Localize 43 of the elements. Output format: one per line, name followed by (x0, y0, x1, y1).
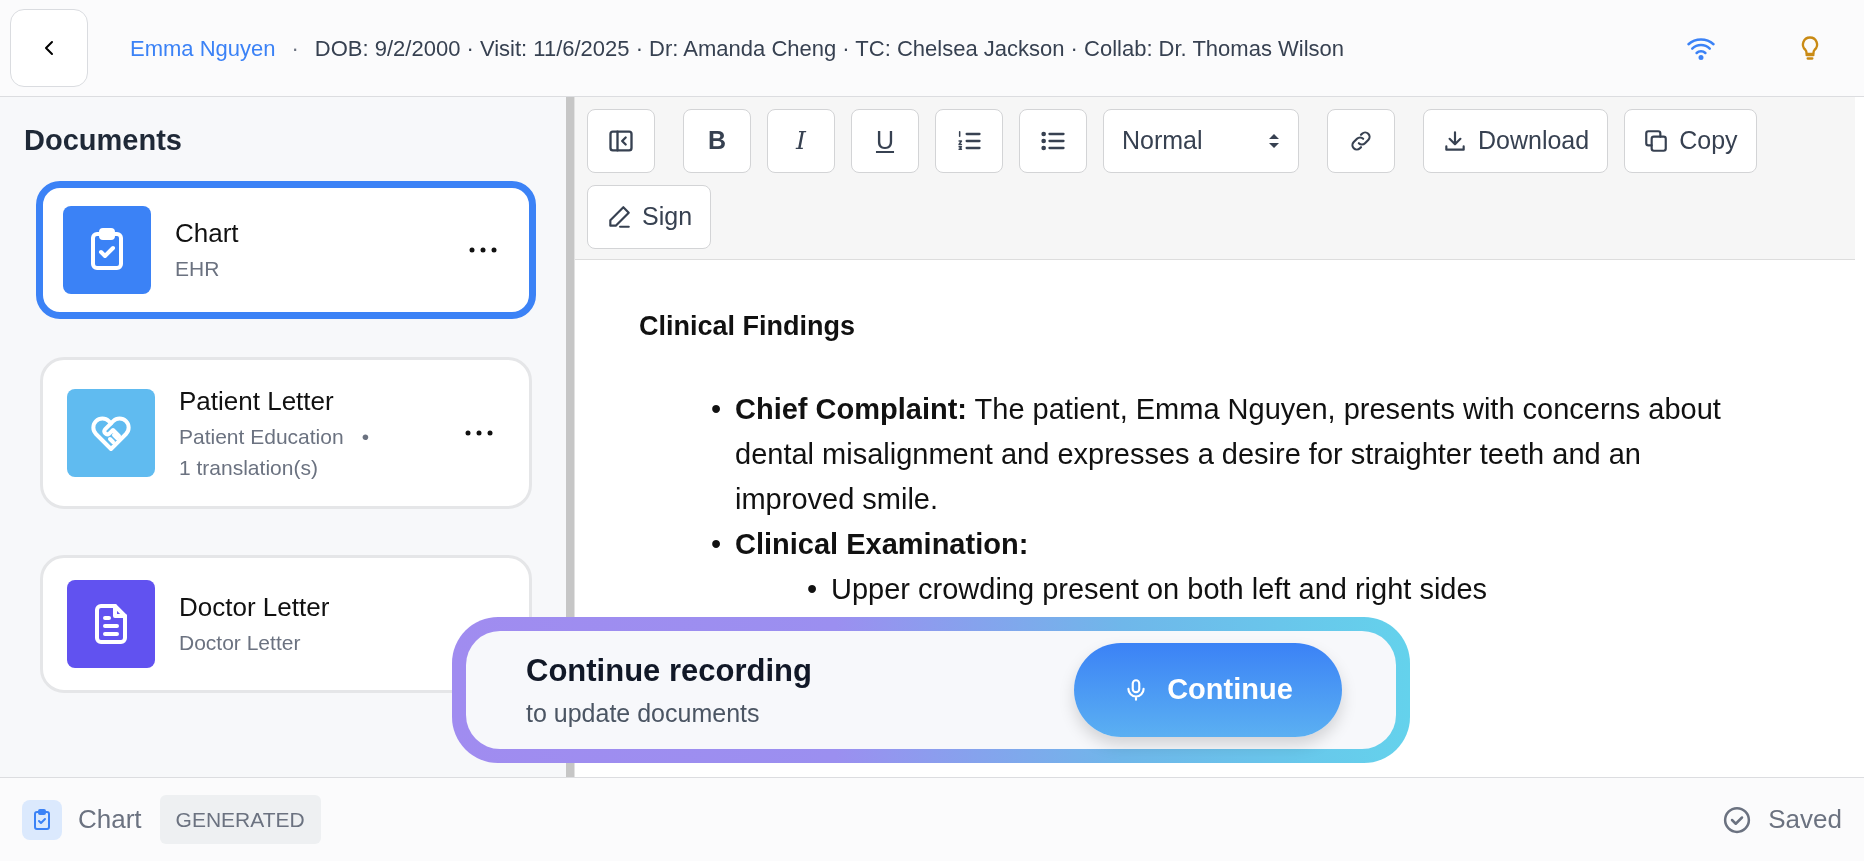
pencil-icon (606, 203, 632, 231)
document-title: Chart (175, 217, 240, 251)
document-subtitle: EHR (175, 256, 220, 283)
numbered-list-button[interactable] (935, 109, 1003, 173)
status-badge: GENERATED (159, 794, 321, 845)
separator: · (291, 34, 299, 63)
document-icon (22, 799, 62, 840)
sidebar-title: Documents (24, 123, 183, 158)
italic-button[interactable]: I (767, 109, 835, 173)
bullet-list-button[interactable] (1019, 109, 1087, 173)
underline-button[interactable]: U (851, 109, 919, 173)
sidebar-toggle-button[interactable] (587, 109, 655, 173)
sign-button[interactable]: Sign (587, 185, 712, 249)
bold-button[interactable]: B (683, 109, 751, 173)
bullet: • (361, 423, 369, 450)
save-status: Saved (1768, 803, 1842, 836)
link-button[interactable] (1327, 109, 1395, 173)
document-heading: Clinical Findings (639, 310, 856, 343)
document-name: Chart (78, 803, 142, 836)
more-icon[interactable] (465, 428, 493, 437)
document-title: Doctor Letter (179, 591, 331, 625)
bullet: • (711, 392, 723, 427)
document-title: Patient Letter (179, 384, 335, 418)
check-circle-icon (1722, 804, 1753, 835)
bullet: • (807, 572, 819, 607)
document-subtitle: Doctor Letter (179, 630, 301, 657)
list-item-text: Clinical Examination: (735, 527, 1030, 562)
patient-name[interactable]: Emma Nguyen (130, 31, 276, 65)
patient-details: DOB: 9/2/2000 · Visit: 11/6/2025 · Dr: Amanda Cheng · TC: Chelsea Jackson · Collab: Dr. Thomas Wilson (314, 34, 1345, 63)
banner-subtitle: to update documents (526, 697, 761, 729)
bullet: • (711, 527, 723, 562)
download-button[interactable]: Download (1423, 109, 1609, 173)
document-subtitle: Patient Education (179, 423, 344, 450)
copy-button[interactable]: Copy (1624, 109, 1757, 173)
sort-caret-icon (1268, 131, 1280, 151)
translation-count: 1 translation(s) (179, 455, 319, 481)
list-item-text: Upper crowding present on both left and right sides (831, 572, 1489, 607)
list-item-text: Chief Complaint: The patient, Emma Nguyen, presents with concerns about dental misalignment and expresses a desire for straighter teeth and an improved smile. (735, 392, 1722, 517)
document-card[interactable]: Chart EHR (36, 180, 536, 319)
copy-icon (1643, 127, 1670, 155)
text-style-select[interactable]: Normal (1103, 109, 1299, 173)
more-icon[interactable] (469, 245, 497, 254)
document-card[interactable]: Patient Letter Patient Education • 1 translation(s) (40, 356, 532, 509)
